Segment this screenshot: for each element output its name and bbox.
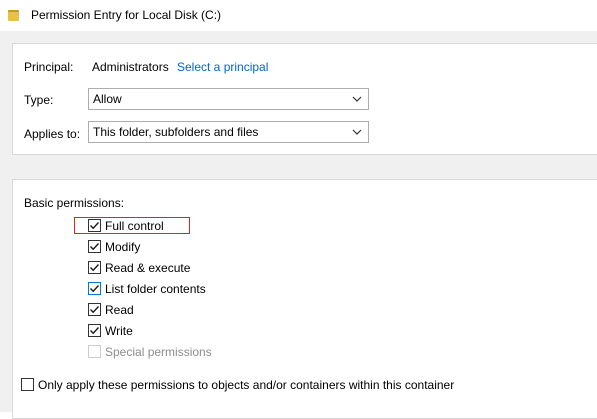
checkbox-checked-icon [88,240,101,253]
permission-label: Modify [105,240,141,254]
checkbox-checked-icon [88,282,101,295]
checkbox-unchecked-icon [21,378,34,391]
folder-icon [8,10,19,21]
applies-to-dropdown[interactable]: This folder, subfolders and files [88,121,369,143]
permission-label: Read & execute [105,261,191,275]
permission-label: Special permissions [105,345,212,359]
checkbox-unchecked-icon [88,345,101,358]
applies-to-dropdown-value: This folder, subfolders and files [93,125,259,139]
chevron-down-icon [352,129,362,135]
type-dropdown[interactable]: Allow [88,88,369,110]
applies-to-label: Applies to: [24,127,81,141]
principal-value: Administrators [92,60,169,74]
checkbox-checked-icon [88,324,101,337]
principal-label: Principal: [24,60,74,74]
apply-only-label: Only apply these permissions to objects … [38,378,455,392]
select-principal-link[interactable]: Select a principal [177,60,268,74]
type-dropdown-value: Allow [93,92,122,106]
permission-label: List folder contents [105,282,206,296]
chevron-down-icon [352,96,362,102]
checkbox-checked-icon [88,219,101,232]
permission-label: Write [105,324,133,338]
permission-label: Full control [105,219,164,233]
permission-label: Read [105,303,134,317]
type-label: Type: [24,93,54,107]
window-title: Permission Entry for Local Disk (C:) [31,8,222,22]
title-bar: Permission Entry for Local Disk (C:) [0,0,597,31]
checkbox-checked-icon [88,303,101,316]
checkbox-checked-icon [88,261,101,274]
basic-permissions-heading: Basic permissions: [24,196,125,210]
